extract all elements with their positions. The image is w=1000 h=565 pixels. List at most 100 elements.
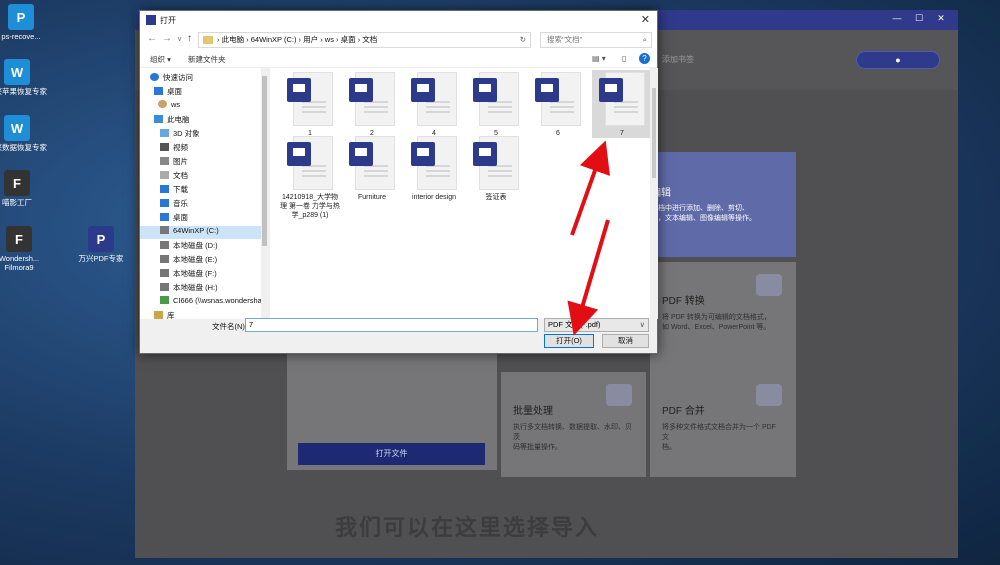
file-list-scrollbar[interactable] (650, 68, 658, 319)
tree-item-libraries[interactable]: 库 (154, 310, 175, 319)
tree-label: CI666 (\\wsnas.wondershar (173, 296, 265, 305)
open-file-dialog: 打开 ✕ ← → ∨ ↑ › 此电脑 › 64WinXP (C:) › 用户 ›… (139, 10, 658, 354)
view-options-icon[interactable]: ▤ ▾ (592, 54, 606, 63)
desktop-icon-miaoying[interactable]: F 喵影工厂 (0, 170, 52, 207)
tree-label: 桌面 (167, 87, 182, 96)
convert-icon (756, 274, 782, 296)
tree-label: 音乐 (173, 199, 188, 208)
back-button[interactable]: ← (147, 33, 157, 44)
app-logo-icon (146, 15, 156, 25)
file-name: 6 (556, 130, 560, 137)
file-item-selected[interactable]: 7 (592, 70, 652, 138)
desktop-icon-filmora[interactable]: F Wondersh... Filmora9 (0, 226, 54, 272)
tree-item-quick-access[interactable]: 快速访问 (150, 72, 193, 85)
scrollbar-thumb[interactable] (262, 76, 267, 246)
file-item[interactable]: interior design (404, 136, 464, 202)
file-item[interactable]: 14210918_大学物理 第一卷 力学与热学_p289 (1) (280, 136, 340, 220)
file-item[interactable]: 4 (404, 72, 464, 138)
batch-process-desc: 执行多文档转换、数据提取、水印、贝茨 码等批量操作。 (513, 424, 632, 451)
tree-item-desktop[interactable]: 桌面 (154, 86, 182, 99)
organize-menu[interactable]: 组织 ▾ (150, 54, 171, 65)
3d-icon (160, 129, 169, 137)
help-icon[interactable]: ? (639, 53, 650, 64)
desktop-icon-label: ps-recove... (1, 32, 41, 41)
file-item[interactable]: 6 (528, 72, 588, 138)
tree-label: 图片 (173, 157, 188, 166)
tree-label: 本地磁盘 (E:) (173, 255, 218, 264)
tree-item-3d-objects[interactable]: 3D 对象 (160, 128, 200, 141)
search-input[interactable]: 搜索"文档" ⌕ (540, 32, 652, 48)
cancel-button[interactable]: 取消 (602, 334, 649, 348)
file-item[interactable]: 5 (466, 72, 526, 138)
tree-item-desktop-2[interactable]: 桌面 (160, 212, 188, 225)
login-button[interactable]: ● (856, 51, 940, 69)
recent-locations-button[interactable]: ∨ (177, 35, 182, 43)
computer-icon (154, 115, 163, 123)
pdf-merge-card[interactable]: PDF 合并 将多种文件格式文档合并为一个 PDF 文 档。 (650, 372, 796, 477)
tree-item-drive-c[interactable]: 64WinXP (C:) (140, 226, 261, 239)
pdf-file-icon (411, 136, 457, 190)
pdf-file-icon (287, 72, 333, 126)
video-icon (160, 143, 169, 151)
maximize-button[interactable]: ☐ (908, 13, 930, 24)
pdf-file-icon (473, 136, 519, 190)
minimize-button[interactable]: — (886, 13, 908, 24)
up-button[interactable]: ↑ (187, 33, 192, 44)
tree-item-downloads[interactable]: 下载 (160, 184, 188, 197)
pdf-file-icon (287, 136, 333, 190)
batch-process-card[interactable]: 批量处理 执行多文档转换、数据提取、水印、贝茨 码等批量操作。 (501, 372, 646, 477)
file-item[interactable]: 签证表 (466, 136, 526, 202)
pdf-merge-desc: 将多种文件格式文档合并为一个 PDF 文 档。 (662, 424, 776, 451)
pdf-convert-card[interactable]: PDF 转换 将 PDF 转换为可编辑的文档格式， 如 Word、Excel、P… (650, 262, 796, 373)
file-item[interactable]: 1 (280, 72, 340, 138)
refresh-button[interactable]: ↻ (520, 33, 526, 47)
dialog-close-button[interactable]: ✕ (641, 13, 650, 26)
desktop-icon-iphone-recovery[interactable]: W 万兴苹果恢复专家 (0, 59, 52, 96)
file-name: 签证表 (485, 194, 507, 201)
add-bookmark-link[interactable]: 添加书签 (662, 54, 694, 65)
star-icon (150, 73, 159, 81)
tree-item-network-drive[interactable]: CI666 (\\wsnas.wondershar (160, 296, 264, 309)
tree-item-ws[interactable]: ws (158, 100, 180, 113)
file-item[interactable]: Furniture (342, 136, 402, 202)
desktop-icon-data-recovery[interactable]: W 万兴数据恢复专家 (0, 115, 52, 152)
download-icon (160, 185, 169, 193)
tree-item-drive-d[interactable]: 本地磁盘 (D:) (160, 240, 218, 253)
file-item[interactable]: 2 (342, 72, 402, 138)
folder-icon (203, 36, 213, 44)
filename-input[interactable]: 7 (245, 318, 538, 332)
tree-item-documents[interactable]: 文档 (160, 170, 188, 183)
desktop-icon-label: 万兴PDF专家 (78, 254, 124, 263)
preview-pane-icon[interactable]: ▯ (622, 54, 626, 63)
desktop-icon (154, 87, 163, 95)
drive-icon (160, 241, 169, 249)
tree-item-this-pc[interactable]: 此电脑 (154, 114, 190, 127)
file-name: Furniture (357, 194, 386, 201)
app-icon: P (8, 4, 34, 30)
address-bar[interactable]: › 此电脑 › 64WinXP (C:) › 用户 › ws › 桌面 › 文档… (198, 32, 531, 48)
tree-item-drive-e[interactable]: 本地磁盘 (E:) (160, 254, 217, 267)
tree-item-music[interactable]: 音乐 (160, 198, 188, 211)
forward-button[interactable]: → (162, 33, 172, 44)
desktop-icon-label: 万兴数据恢复专家 (0, 143, 47, 152)
close-button[interactable]: ✕ (930, 13, 952, 24)
tree-item-drive-h[interactable]: 本地磁盘 (H:) (160, 282, 218, 295)
filetype-select[interactable]: PDF 文件(*.pdf) ∨ (544, 318, 649, 332)
desktop-icon-pdf-expert[interactable]: P 万兴PDF专家 (66, 226, 136, 263)
scrollbar-thumb[interactable] (652, 88, 656, 178)
filetype-value: PDF 文件(*.pdf) (548, 320, 601, 329)
tree-label: 本地磁盘 (F:) (173, 269, 217, 278)
tree-label: 此电脑 (167, 115, 190, 124)
desktop-icon-ps-recover[interactable]: P ps-recove... (0, 4, 56, 41)
pdf-merge-title: PDF 合并 (662, 406, 705, 417)
open-file-button[interactable]: 打开文件 (298, 443, 485, 465)
app-icon: W (4, 59, 30, 85)
tree-item-pictures[interactable]: 图片 (160, 156, 188, 169)
network-drive-icon (160, 296, 169, 304)
new-folder-button[interactable]: 新建文件夹 (188, 54, 226, 65)
open-button[interactable]: 打开(O) (544, 334, 594, 348)
navigation-scrollbar[interactable] (261, 68, 268, 319)
tree-item-videos[interactable]: 视频 (160, 142, 188, 155)
app-icon: F (4, 170, 30, 196)
tree-item-drive-f[interactable]: 本地磁盘 (F:) (160, 268, 217, 281)
